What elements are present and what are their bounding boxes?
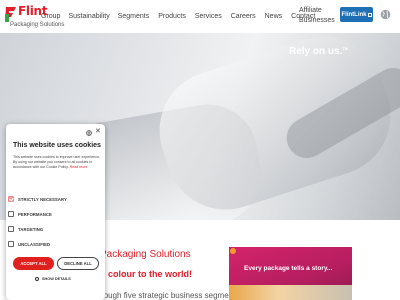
hero-tagline: Rely on us.TM — [289, 46, 348, 57]
accept-all-button[interactable]: ACCEPT ALL — [13, 257, 54, 270]
cookie-option-label: PERFORMANCE — [18, 211, 52, 217]
checkbox-checked[interactable] — [8, 196, 14, 202]
checkbox[interactable] — [8, 211, 14, 217]
cookie-option-label: STRICTLY NECESSARY — [18, 196, 67, 202]
section-title: Packaging Solutions — [100, 249, 191, 260]
cookie-option-strictly-necessary[interactable]: STRICTLY NECESSARY — [8, 195, 67, 203]
tagline-text: Rely on us. — [289, 46, 343, 57]
story-card-badge-icon — [230, 248, 236, 254]
trademark-mark: TM — [342, 46, 349, 51]
section-subtitle: g colour to the world! — [100, 269, 192, 279]
nav-item-news[interactable]: News — [265, 12, 283, 22]
nav-item-group[interactable]: Group — [41, 12, 60, 22]
decline-all-button[interactable]: DECLINE ALL — [57, 257, 99, 270]
cookie-dialog-title: This website uses cookies — [13, 142, 101, 149]
cookie-option-unclassified[interactable]: UNCLASSIFIED — [8, 240, 50, 248]
story-card-image — [229, 285, 352, 300]
cookie-option-label: UNCLASSIFIED — [18, 241, 51, 247]
affiliate-line2: Businesses — [299, 17, 335, 24]
checkbox[interactable] — [8, 226, 14, 232]
language-globe-icon[interactable] — [86, 130, 92, 136]
show-details-label: SHOW DETAILS — [42, 277, 71, 281]
nav-item-affiliate-businesses[interactable]: Affiliate Businesses — [299, 6, 335, 26]
read-more-link[interactable]: Read more — [70, 165, 88, 169]
story-card[interactable]: Every package tells a story... — [229, 247, 352, 300]
cookie-option-performance[interactable]: PERFORMANCE — [8, 210, 52, 218]
external-link-icon — [367, 12, 372, 17]
cookie-option-label: TARGETING — [18, 226, 44, 232]
nav-item-services[interactable]: Services — [195, 12, 222, 22]
flintlink-label: FlintLink — [341, 11, 367, 18]
nav-item-segments[interactable]: Segments — [118, 12, 150, 22]
nav-item-careers[interactable]: Careers — [231, 12, 256, 22]
site-header: Flint Packaging Solutions Group Sustaina… — [0, 0, 400, 33]
checkbox[interactable] — [8, 241, 14, 247]
close-icon[interactable]: ✕ — [95, 128, 101, 136]
flint-logo-mark-icon — [5, 7, 16, 22]
main-nav: Group Sustainability Segments Products S… — [41, 12, 324, 22]
cookie-option-targeting[interactable]: TARGETING — [8, 225, 43, 233]
show-details-button[interactable]: SHOW DETAILS — [35, 277, 71, 281]
nav-item-sustainability[interactable]: Sustainability — [68, 12, 109, 22]
story-card-text: Every package tells a story... — [244, 265, 333, 272]
nav-item-products[interactable]: Products — [158, 12, 186, 22]
logo-subtitle: Packaging Solutions — [10, 22, 65, 28]
affiliate-line1: Affiliate — [299, 7, 322, 14]
cookie-dialog-text: This website uses cookies to improve use… — [13, 155, 101, 170]
flintlink-button[interactable]: FlintLink — [340, 7, 373, 22]
gear-icon — [35, 277, 39, 281]
globe-icon[interactable] — [380, 9, 391, 20]
